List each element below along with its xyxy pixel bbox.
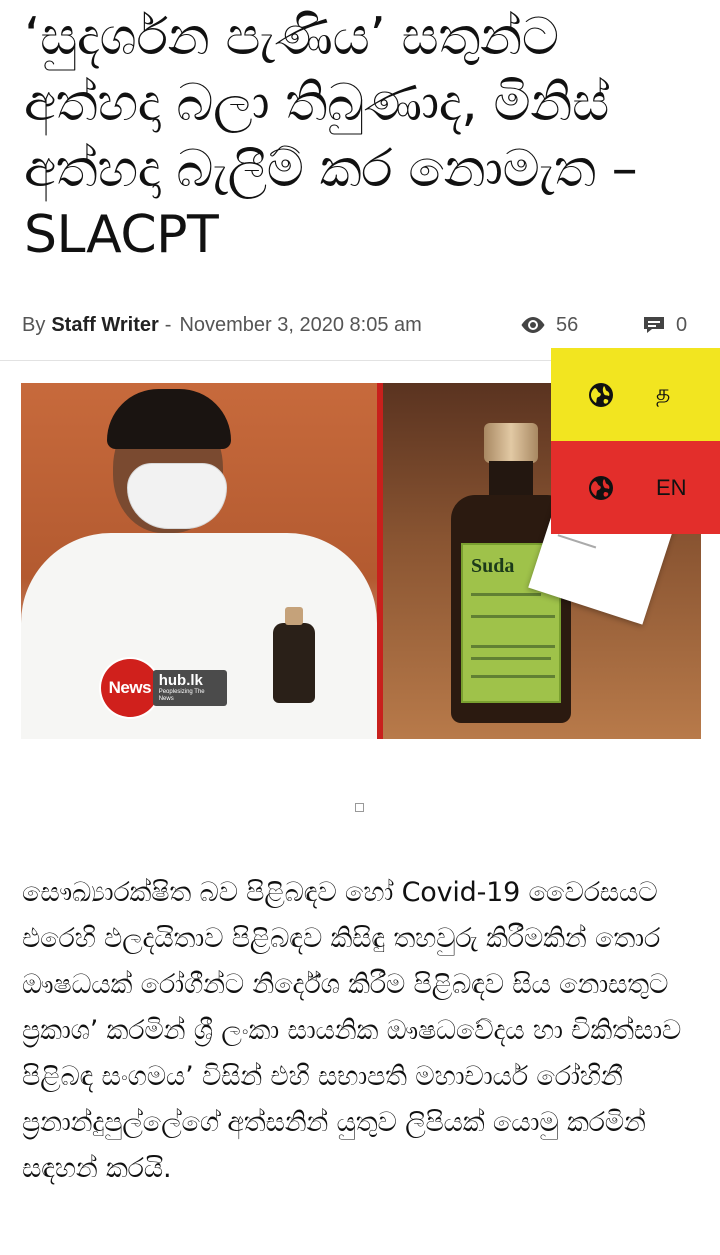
language-tamil-label: த: [656, 380, 671, 405]
label-line: [471, 645, 555, 648]
label-line: [471, 615, 555, 618]
globe-icon: [588, 382, 614, 408]
meta-separator: -: [164, 313, 172, 336]
logo-tagline: Peoplesizing The News: [158, 689, 205, 702]
face-mask: [127, 463, 227, 529]
views-count: 56: [556, 313, 579, 336]
logo-hub-text: hub.lk: [158, 672, 203, 689]
comments-count: 0: [676, 313, 688, 336]
label-line: [471, 657, 551, 660]
article-title: ‘සුදර්ශන පැණිය’ සතුන්ට අත්හදා බලා තිබුණා…: [24, 7, 638, 265]
globe-icon: [588, 475, 614, 501]
broken-image-placeholder: [355, 803, 364, 812]
bottle-label-text: Suda: [471, 555, 515, 577]
author-link[interactable]: Staff Writer: [51, 314, 158, 337]
language-switcher: த EN: [551, 348, 720, 534]
document-line: [557, 534, 597, 549]
logo-hub-badge: hub.lk Peoplesizing The News: [152, 670, 227, 706]
language-english-button[interactable]: EN: [551, 441, 720, 534]
article-body: සෞඛ්‍යාරක්ෂිත බව පිළිබඳව හෝ Covid-19 වෛර…: [22, 877, 682, 1184]
by-label: By: [22, 313, 46, 336]
comment-icon: [642, 315, 666, 335]
bottle-cap: [484, 423, 538, 463]
label-line: [471, 593, 541, 596]
language-english-label: EN: [656, 474, 687, 500]
article-meta: By Staff Writer - November 3, 2020 8:05 …: [22, 310, 702, 340]
person-hair: [107, 389, 231, 449]
image-left-panel: News hub.lk Peoplesizing The News: [21, 383, 377, 739]
comments-link[interactable]: 0: [642, 314, 687, 337]
publish-date: November 3, 2020 8:05 am: [179, 313, 422, 336]
small-bottle: [273, 607, 315, 703]
eye-icon: [520, 316, 546, 334]
newshub-logo: News hub.lk Peoplesizing The News: [99, 657, 227, 719]
logo-news-badge: News: [99, 657, 161, 719]
views-counter: 56: [520, 314, 578, 337]
language-tamil-button[interactable]: த: [551, 348, 720, 441]
label-line: [471, 675, 555, 678]
